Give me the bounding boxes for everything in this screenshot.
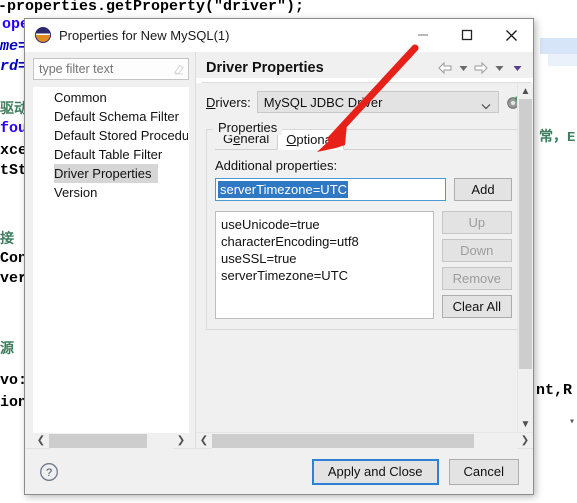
dialog-footer: ? Apply and Close Cancel bbox=[25, 448, 533, 494]
drivers-label: Drivers: bbox=[206, 94, 251, 110]
scroll-thumb[interactable] bbox=[212, 433, 474, 448]
help-icon[interactable]: ? bbox=[39, 462, 59, 482]
dialog-body: Common Default Schema Filter Default Sto… bbox=[25, 52, 533, 449]
tree-item-version[interactable]: Version bbox=[34, 183, 188, 202]
menu-caret-icon[interactable] bbox=[509, 60, 525, 76]
scroll-left-icon[interactable]: ❮ bbox=[33, 433, 49, 449]
pane-toolbar bbox=[437, 60, 529, 76]
bg-code-line: xce bbox=[0, 142, 28, 159]
up-button[interactable]: Up bbox=[441, 211, 512, 234]
close-button[interactable] bbox=[489, 19, 533, 51]
editor-selection-highlight-secondary bbox=[548, 54, 577, 66]
svg-text:?: ? bbox=[46, 467, 52, 479]
scroll-track[interactable] bbox=[518, 99, 534, 416]
bg-code-line: rd= bbox=[0, 58, 28, 75]
eclipse-icon bbox=[35, 27, 51, 43]
content-horizontal-scrollbar[interactable]: ❮ ❯ bbox=[196, 432, 533, 449]
additional-properties-value: serverTimezone=UTC bbox=[218, 181, 349, 198]
bg-code-line: Con bbox=[0, 250, 28, 267]
bg-code-line: nt,R bbox=[536, 382, 573, 399]
settings-tree-pane: Common Default Schema Filter Default Sto… bbox=[25, 52, 195, 449]
remove-button[interactable]: Remove bbox=[441, 267, 512, 290]
scroll-thumb[interactable] bbox=[518, 99, 532, 369]
chevron-down-icon[interactable] bbox=[481, 98, 491, 113]
bg-code-line: 源 bbox=[0, 342, 14, 358]
forward-arrow-icon[interactable] bbox=[473, 60, 489, 76]
clear-all-button[interactable]: Clear All bbox=[441, 295, 512, 318]
eraser-icon[interactable] bbox=[172, 62, 185, 76]
optional-tab-panel: Additional properties: serverTimezone=UT… bbox=[215, 150, 512, 319]
back-dropdown-caret-icon[interactable] bbox=[455, 60, 471, 76]
list-item[interactable]: useSSL=true bbox=[221, 250, 433, 267]
settings-tree[interactable]: Common Default Schema Filter Default Sto… bbox=[33, 87, 189, 432]
footer-buttons: Apply and Close Cancel bbox=[311, 458, 519, 485]
content-vertical-scrollbar[interactable]: ▲ ▼ bbox=[517, 83, 533, 432]
bg-code-line: ver bbox=[0, 270, 28, 287]
filter-input[interactable] bbox=[33, 58, 189, 80]
properties-list-row: useUnicode=true characterEncoding=utf8 u… bbox=[215, 211, 512, 319]
scroll-down-icon[interactable]: ▼ bbox=[518, 416, 534, 432]
bg-code-line: ion bbox=[0, 394, 28, 411]
properties-group-legend: Properties bbox=[213, 120, 283, 135]
tree-item-driver-properties-row: Driver Properties bbox=[34, 164, 188, 183]
forward-dropdown-caret-icon[interactable] bbox=[491, 60, 507, 76]
tree-item-common[interactable]: Common bbox=[34, 88, 188, 107]
minimize-button[interactable] bbox=[401, 19, 445, 51]
properties-group: Properties General Optional Additional p… bbox=[206, 120, 521, 330]
bg-code-line: 接 bbox=[0, 232, 14, 248]
bg-code-line: vo: bbox=[0, 372, 28, 389]
tree-horizontal-scrollbar[interactable]: ❮ ❯ bbox=[33, 432, 189, 449]
scroll-up-icon[interactable]: ▲ bbox=[518, 83, 534, 99]
scroll-left-icon[interactable]: ❮ bbox=[196, 433, 212, 449]
scroll-track[interactable] bbox=[49, 432, 173, 449]
tree-item-default-table-filter[interactable]: Default Table Filter bbox=[34, 145, 188, 164]
add-button[interactable]: Add bbox=[454, 178, 512, 201]
properties-list[interactable]: useUnicode=true characterEncoding=utf8 u… bbox=[215, 211, 434, 319]
tab-optional[interactable]: Optional bbox=[277, 129, 344, 150]
cancel-button[interactable]: Cancel bbox=[448, 458, 519, 485]
bg-code-line: tSt bbox=[0, 162, 28, 179]
bg-code-line: 常，E bbox=[539, 130, 576, 146]
scroll-right-icon[interactable]: ❯ bbox=[173, 433, 189, 449]
editor-selection-highlight bbox=[540, 38, 577, 54]
dialog-title: Properties for New MySQL(1) bbox=[59, 27, 230, 43]
additional-properties-row: serverTimezone=UTC Add bbox=[215, 178, 512, 201]
scroll-track[interactable] bbox=[212, 432, 517, 449]
drivers-combo[interactable]: MySQL JDBC Driver bbox=[256, 91, 499, 113]
additional-properties-label: Additional properties: bbox=[215, 158, 338, 173]
screenshot-root: -properties.getProperty("driver"); ope m… bbox=[0, 0, 577, 503]
editor-scroll-down-icon[interactable]: ▾ bbox=[565, 415, 577, 429]
properties-dialog: Properties for New MySQL(1) type filter … bbox=[24, 18, 534, 495]
bg-code-line: fou bbox=[0, 120, 28, 137]
maximize-button[interactable] bbox=[445, 19, 489, 51]
list-item[interactable]: serverTimezone=UTC bbox=[221, 267, 433, 284]
bg-code-line: -properties.getProperty("driver"); bbox=[0, 0, 305, 15]
list-item[interactable]: characterEncoding=utf8 bbox=[221, 233, 433, 250]
scroll-thumb[interactable] bbox=[49, 433, 147, 448]
tree-item-driver-properties[interactable]: Driver Properties bbox=[54, 164, 158, 183]
apply-and-close-button[interactable]: Apply and Close bbox=[311, 458, 439, 485]
filter-field-wrapper bbox=[33, 58, 189, 80]
pane-content: Drivers: MySQL JDBC Driver Properties Ge… bbox=[196, 83, 533, 432]
pane-header: Driver Properties bbox=[196, 52, 533, 78]
list-action-buttons: Up Down Remove Clear All bbox=[441, 211, 512, 318]
driver-properties-pane: Driver Properties Drivers: MySQL JDBC Dr… bbox=[195, 52, 533, 449]
page-title: Driver Properties bbox=[206, 60, 324, 76]
tree-item-default-stored-procedures[interactable]: Default Stored Procedur bbox=[34, 126, 188, 145]
drivers-row: Drivers: MySQL JDBC Driver bbox=[206, 91, 524, 113]
scroll-right-icon[interactable]: ❯ bbox=[517, 433, 533, 449]
dialog-titlebar: Properties for New MySQL(1) bbox=[25, 19, 533, 52]
list-item[interactable]: useUnicode=true bbox=[221, 216, 433, 233]
bg-code-line: me= bbox=[0, 38, 28, 55]
additional-properties-input[interactable]: serverTimezone=UTC bbox=[215, 178, 446, 201]
tree-item-default-schema-filter[interactable]: Default Schema Filter bbox=[34, 107, 188, 126]
drivers-combo-value: MySQL JDBC Driver bbox=[263, 94, 383, 110]
down-button[interactable]: Down bbox=[441, 239, 512, 262]
back-arrow-icon[interactable] bbox=[437, 60, 453, 76]
